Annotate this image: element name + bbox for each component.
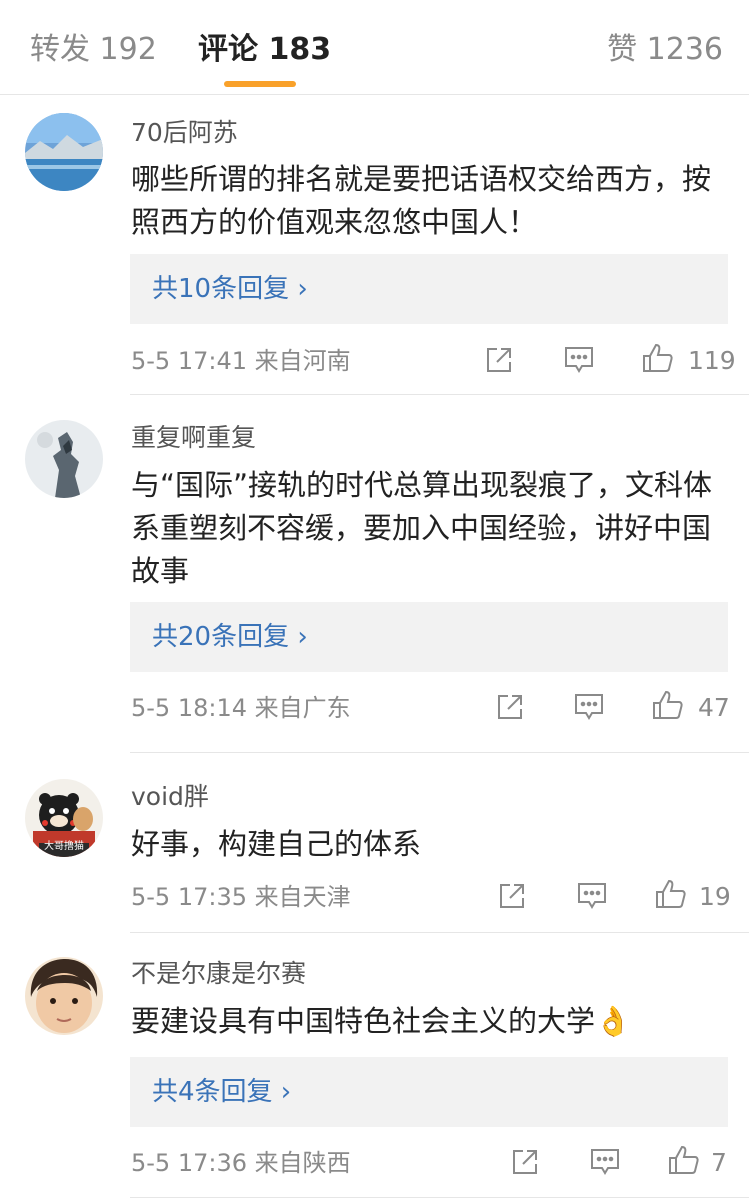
username[interactable]: void胖 — [131, 781, 209, 813]
tab-likes[interactable]: 赞 1236 — [607, 30, 723, 70]
comment-meta: 5-5 18:14 来自广东 — [131, 694, 351, 722]
share-icon[interactable] — [495, 692, 525, 726]
replies-link[interactable]: 共10条回复 › — [130, 254, 728, 324]
tab-comments[interactable]: 评论 183 — [198, 30, 331, 70]
username[interactable]: 不是尔康是尔赛 — [131, 958, 306, 990]
share-icon[interactable] — [497, 881, 527, 915]
share-icon[interactable] — [510, 1147, 540, 1181]
replies-label: 共10条回复 › — [152, 274, 308, 304]
comment-icon[interactable] — [573, 692, 605, 726]
comment-text: 要建设具有中国特色社会主义的大学👌 — [131, 1004, 632, 1038]
thumbs-up-icon[interactable] — [641, 341, 675, 379]
tab-bar: 转发 192 评论 183 赞 1236 — [0, 0, 749, 95]
tab-repost[interactable]: 转发 192 — [30, 30, 157, 70]
thumbs-up-icon[interactable] — [667, 1143, 701, 1181]
username[interactable]: 重复啊重复 — [131, 422, 256, 454]
replies-label: 共20条回复 › — [152, 622, 308, 652]
comment-item: 70后阿苏 哪些所谓的排名就是要把话语权交给西方，按照西方的价值观来忽悠中国人！… — [0, 95, 749, 395]
comment-meta: 5-5 17:35 来自天津 — [131, 883, 351, 911]
comment-item: 不是尔康是尔赛 要建设具有中国特色社会主义的大学👌 共4条回复 › 5-5 17… — [0, 933, 749, 1200]
avatar[interactable] — [25, 420, 103, 498]
comment-item: 重复啊重复 与“国际”接轨的时代总算出现裂痕了，文科体系重塑刻不容缓，要加入中国… — [0, 395, 749, 753]
replies-label: 共4条回复 › — [152, 1077, 292, 1107]
thumbs-up-icon[interactable] — [651, 688, 685, 726]
username[interactable]: 70后阿苏 — [131, 117, 238, 149]
likes-count: 7 — [711, 1148, 727, 1177]
avatar-caption: 大哥撸猫 — [44, 841, 84, 852]
avatar[interactable] — [25, 113, 103, 191]
comment-icon[interactable] — [563, 345, 595, 379]
comment-item: 大哥撸猫 void胖 好事，构建自己的体系 5-5 17:35 来自天津 19 — [0, 753, 749, 933]
active-tab-indicator — [224, 81, 296, 87]
comment-icon[interactable] — [576, 881, 608, 915]
comment-text: 好事，构建自己的体系 — [131, 827, 422, 861]
share-icon[interactable] — [484, 345, 514, 379]
divider — [130, 1197, 749, 1198]
likes-count: 19 — [699, 882, 731, 911]
replies-link[interactable]: 共4条回复 › — [130, 1057, 728, 1127]
comment-meta: 5-5 17:41 来自河南 — [131, 347, 351, 375]
comment-text: 与“国际”接轨的时代总算出现裂痕了，文科体系重塑刻不容缓，要加入中国经验，讲好中… — [131, 468, 713, 588]
comment-text: 哪些所谓的排名就是要把话语权交给西方，按照西方的价值观来忽悠中国人！ — [131, 162, 712, 239]
likes-count: 119 — [688, 346, 736, 375]
comment-icon[interactable] — [589, 1147, 621, 1181]
avatar[interactable] — [25, 957, 103, 1035]
comment-meta: 5-5 17:36 来自陕西 — [131, 1149, 351, 1177]
thumbs-up-icon[interactable] — [654, 877, 688, 915]
replies-link[interactable]: 共20条回复 › — [130, 602, 728, 672]
avatar[interactable]: 大哥撸猫 — [25, 779, 103, 857]
likes-count: 47 — [698, 693, 730, 722]
